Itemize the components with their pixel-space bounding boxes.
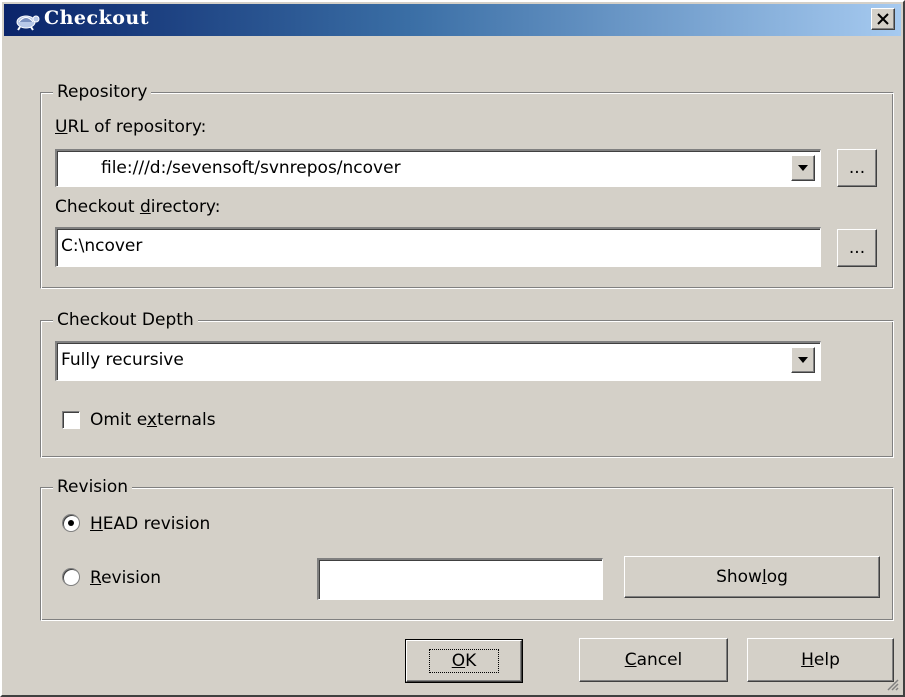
checkout-depth-group: Checkout Depth Fully recursive Omit exte…	[40, 308, 894, 458]
revision-legend: Revision	[53, 475, 133, 499]
checkout-dialog: Checkout Repository URL of repository: f…	[0, 0, 905, 697]
url-label: URL of repository:	[55, 117, 207, 137]
revision-label: Revision	[90, 568, 162, 588]
revision-number-input[interactable]	[317, 558, 603, 600]
cancel-button[interactable]: Cancel	[579, 638, 728, 682]
checkout-dir-input[interactable]: C:\ncover	[55, 227, 821, 267]
title-bar[interactable]: Checkout	[4, 4, 901, 36]
chevron-down-icon	[798, 357, 808, 363]
head-revision-radio[interactable]	[62, 514, 80, 532]
depth-dropdown-button[interactable]	[791, 347, 815, 373]
revision-group: Revision HEAD revision Revision Show l og	[40, 475, 894, 621]
close-button[interactable]	[871, 8, 895, 30]
checkout-dir-value: C:\ncover	[61, 236, 143, 256]
omit-externals-checkbox[interactable]	[62, 411, 80, 429]
ok-button[interactable]: OK	[405, 639, 523, 683]
repository-legend: Repository	[53, 80, 152, 104]
close-icon	[877, 13, 889, 25]
url-value: file:///d:/sevensoft/svnrepos/ncover	[101, 158, 401, 178]
head-revision-label: HEAD revision	[90, 514, 211, 534]
depth-select[interactable]: Fully recursive	[55, 341, 821, 381]
help-button[interactable]: Help	[747, 638, 894, 682]
show-log-button[interactable]: Show l og	[624, 556, 880, 598]
tortoise-icon	[16, 15, 40, 31]
url-browse-button[interactable]: ...	[837, 149, 877, 187]
repository-group: Repository URL of repository: file:///d:…	[40, 80, 894, 289]
dir-label: Checkout directory:	[55, 197, 221, 217]
chevron-down-icon	[798, 165, 808, 171]
dir-browse-button[interactable]: ...	[837, 229, 877, 267]
window-title: Checkout	[44, 7, 150, 29]
depth-legend: Checkout Depth	[53, 308, 198, 332]
resize-grip-icon[interactable]	[885, 677, 899, 691]
omit-externals-label: Omit externals	[90, 410, 216, 430]
revision-radio[interactable]	[62, 568, 80, 586]
url-combobox[interactable]: file:///d:/sevensoft/svnrepos/ncover	[55, 149, 821, 187]
depth-selected-value: Fully recursive	[61, 350, 184, 370]
url-dropdown-button[interactable]	[791, 155, 815, 181]
revision-text[interactable]	[323, 567, 598, 587]
